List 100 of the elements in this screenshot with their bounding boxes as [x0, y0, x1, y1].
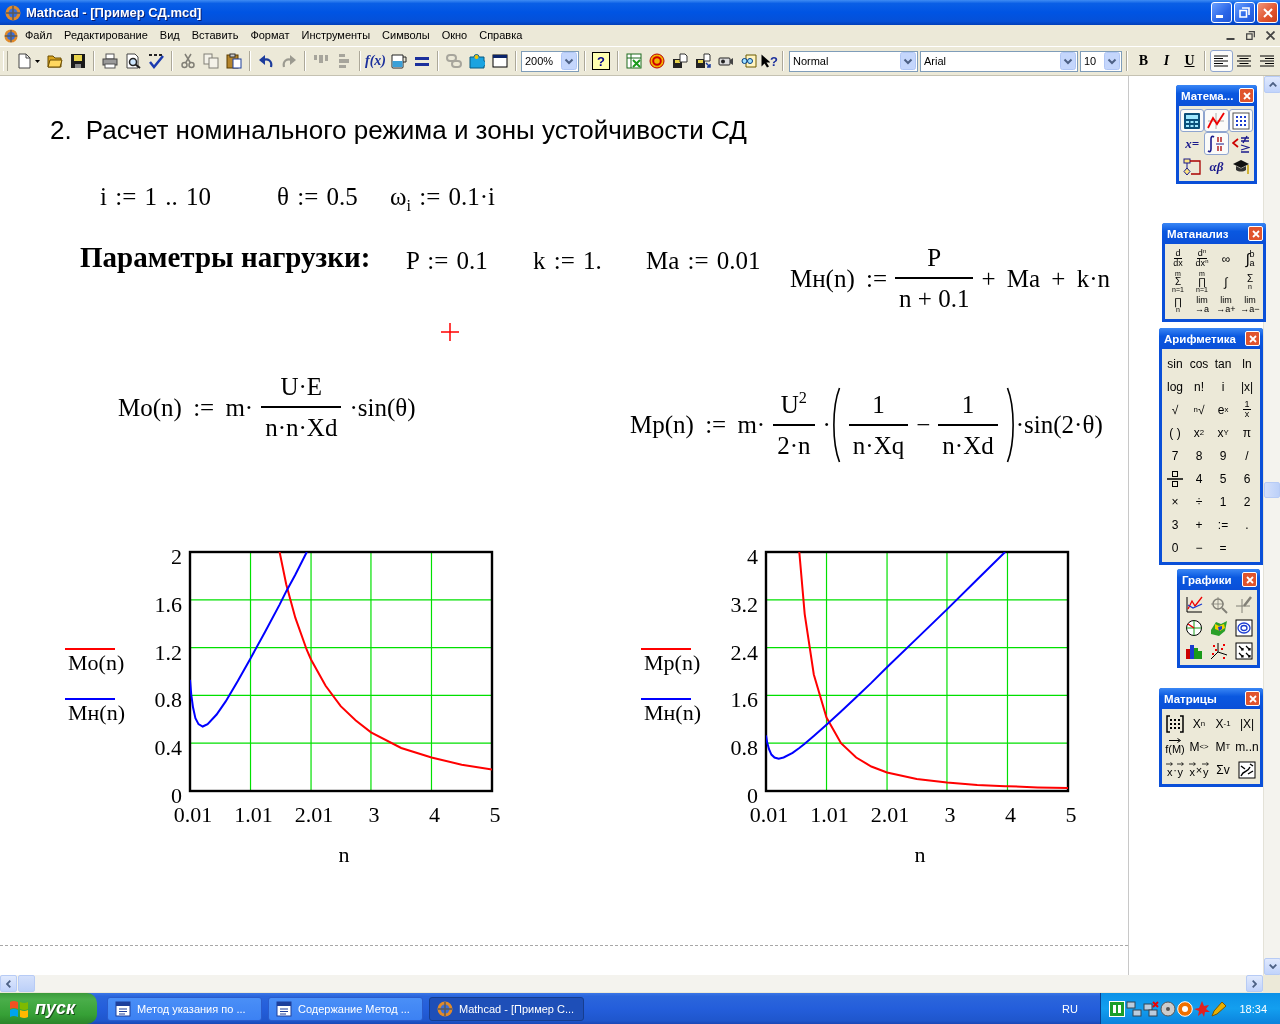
scrollbar-thumb[interactable] [18, 975, 35, 992]
palette-button[interactable]: 8 [1187, 444, 1211, 467]
restore-button[interactable] [1234, 2, 1255, 23]
floppy-arrow-icon[interactable] [694, 53, 711, 69]
close-button[interactable] [1245, 331, 1260, 346]
close-button[interactable] [1248, 226, 1263, 241]
style-dropdown[interactable]: Normal [788, 50, 918, 72]
disc-icon[interactable] [1160, 1000, 1176, 1017]
clipboard-icon[interactable] [225, 53, 242, 69]
palette-button[interactable]: := [1211, 513, 1235, 536]
close-icon[interactable] [1266, 31, 1275, 40]
palette-button[interactable]: x$^{Y}$ [1211, 421, 1235, 444]
palette-button[interactable]: 5 [1211, 467, 1235, 490]
palette-title-bar[interactable]: Матема... [1176, 85, 1257, 106]
tray-app-icon[interactable] [1109, 1000, 1125, 1017]
palette-button[interactable]: $^{n}$√ [1187, 398, 1211, 421]
menu-item[interactable]: Формат [244, 27, 296, 44]
palette-button[interactable]: |x| [1235, 375, 1259, 398]
palette-button[interactable]: X$^{-1}$ [1211, 712, 1235, 735]
palette-button[interactable]: sin [1163, 352, 1187, 375]
underline-button[interactable]: U [1177, 50, 1201, 72]
palette-button[interactable]: lim →a [1190, 293, 1214, 316]
network-icon[interactable] [1126, 1000, 1142, 1017]
print-preview-icon[interactable] [124, 53, 141, 69]
palette-button[interactable]: e$^{x}$ [1211, 398, 1235, 421]
palette-button[interactable] [1228, 109, 1253, 132]
zoom-dropdown[interactable]: 200% [521, 50, 579, 72]
scroll-up-button[interactable] [1264, 76, 1280, 93]
menu-item[interactable]: Редактирование [58, 27, 154, 44]
palette-button[interactable]: × [1163, 490, 1187, 513]
palette-button[interactable]: i [1211, 375, 1235, 398]
italic-button[interactable]: I [1154, 50, 1178, 72]
palette-button[interactable]: f(M) [1163, 735, 1187, 758]
minimize-button[interactable] [1211, 2, 1232, 23]
palette-button[interactable]: 3 [1163, 513, 1187, 536]
insert-function-button[interactable]: f(x) [364, 50, 387, 72]
palette-button[interactable]: ÷ [1187, 490, 1211, 513]
folder-icon[interactable] [46, 53, 63, 69]
palette-title-bar[interactable]: Матанализ [1162, 223, 1266, 244]
close-button[interactable] [1239, 88, 1254, 103]
window-icon[interactable] [491, 53, 508, 69]
undo-icon[interactable] [257, 53, 274, 69]
palette-button[interactable]: M$^{T}$ [1211, 735, 1235, 758]
circle-app-icon[interactable] [1177, 1000, 1193, 1017]
spell-check-icon[interactable] [147, 53, 164, 69]
palette-button[interactable]: 2 [1235, 490, 1259, 513]
palette-button[interactable]: − [1187, 536, 1211, 559]
glasses-icon[interactable] [740, 53, 757, 69]
palette-button[interactable]: x·y [1163, 758, 1187, 781]
menu-item[interactable]: Файл [19, 27, 59, 44]
language-indicator[interactable]: RU [1062, 1002, 1078, 1015]
palette-button[interactable]: M$^{<>}$ [1187, 735, 1211, 758]
palette-button[interactable]: x$^{2}$ [1187, 421, 1211, 444]
close-button[interactable] [1257, 2, 1278, 23]
palette-button[interactable]: 9 [1211, 444, 1235, 467]
palette-button[interactable] [1180, 109, 1205, 132]
close-button[interactable] [1245, 691, 1260, 706]
palette-button[interactable]: / [1235, 444, 1259, 467]
menu-item[interactable]: Символы [376, 27, 436, 44]
palette-button[interactable]: 6 [1235, 467, 1259, 490]
palette-button[interactable] [1204, 132, 1229, 155]
minimize-icon[interactable] [1226, 38, 1235, 40]
palette-button[interactable] [1163, 712, 1187, 735]
palette-button[interactable]: ( ) [1163, 421, 1187, 444]
menu-item[interactable]: Справка [473, 27, 529, 44]
palette-title-bar[interactable]: Графики [1177, 569, 1260, 590]
font-size-dropdown[interactable]: 10 [1079, 50, 1122, 72]
palette-button[interactable]: 0 [1163, 536, 1187, 559]
printer-icon[interactable] [101, 53, 118, 69]
palette-button[interactable]: αβ [1204, 155, 1229, 178]
palette-button[interactable]: ∫ [1214, 270, 1238, 293]
network-error-icon[interactable] [1143, 1000, 1159, 1017]
scrollbar-thumb[interactable] [1264, 482, 1280, 498]
context-help-button[interactable]: ? [760, 50, 779, 72]
align-left-button[interactable] [1209, 50, 1233, 72]
help-button[interactable]: ? [592, 52, 610, 70]
measuring-cup-icon[interactable] [390, 53, 407, 69]
scroll-left-button[interactable] [0, 975, 17, 992]
taskbar-button[interactable]: Mathcad - [Пример С... [429, 996, 584, 1021]
palette-title-bar[interactable]: Арифметика [1159, 328, 1263, 349]
palette-button[interactable]: n! [1187, 375, 1211, 398]
bold-button[interactable]: B [1131, 50, 1155, 72]
palette-button[interactable]: tan [1211, 352, 1235, 375]
spreadsheet-icon[interactable] [625, 53, 642, 69]
close-button[interactable] [1242, 572, 1257, 587]
palette-button[interactable]: x= [1180, 132, 1205, 155]
palette-button[interactable]: log [1163, 375, 1187, 398]
scroll-down-button[interactable] [1264, 958, 1280, 975]
menu-item[interactable]: Вставить [185, 27, 245, 44]
palette-button[interactable]: 1 x [1235, 398, 1259, 421]
pen-icon[interactable] [1211, 1000, 1227, 1017]
palette-button[interactable] [1235, 758, 1259, 781]
palette-button[interactable]: 7 [1163, 444, 1187, 467]
palette-button[interactable]: m..n [1235, 735, 1259, 758]
palette-button[interactable]: 4 [1187, 467, 1211, 490]
floppy-page-icon[interactable] [671, 53, 688, 69]
palette-button[interactable]: ∞ [1214, 247, 1238, 270]
palette-button[interactable]: 1 [1211, 490, 1235, 513]
palette-button[interactable]: + [1187, 513, 1211, 536]
palette-button[interactable]: x×y [1187, 758, 1211, 781]
